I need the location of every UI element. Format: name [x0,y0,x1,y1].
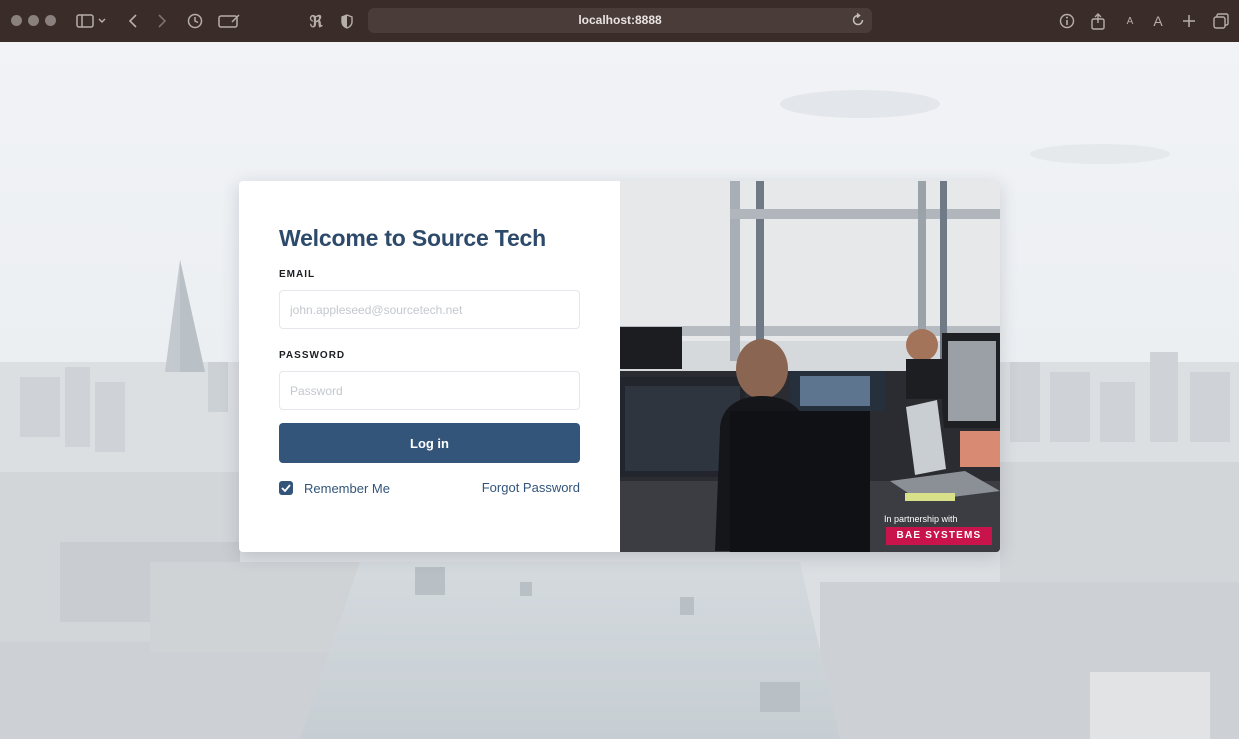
address-bar[interactable]: localhost:8888 [368,8,872,33]
login-card: Welcome to Source Tech EMAIL PASSWORD Lo… [239,181,1000,552]
password-label: PASSWORD [279,350,346,361]
checkmark-icon [281,484,291,492]
login-button[interactable]: Log in [279,423,580,463]
office-photo-image [620,181,1000,552]
chevron-left-icon[interactable] [124,10,142,32]
office-photo: In partnership with BAE SYSTEMS [620,181,1000,552]
tabs-overview-icon[interactable] [1211,10,1231,32]
remember-me-checkbox[interactable] [279,481,293,495]
window-minimize-button[interactable] [28,15,39,26]
share-icon[interactable] [1089,10,1107,32]
page-viewport: Welcome to Source Tech EMAIL PASSWORD Lo… [0,42,1239,739]
text-larger-button[interactable]: A [1150,10,1166,32]
browser-toolbar: ℜ localhost:8888 A A [0,0,1239,42]
sidebar-icon[interactable] [74,10,108,32]
clock-icon[interactable] [185,10,205,32]
password-field[interactable] [279,371,580,410]
window-close-button[interactable] [11,15,22,26]
remember-me-label[interactable]: Remember Me [304,481,390,496]
chevron-right-icon[interactable] [153,10,171,32]
reload-icon[interactable] [850,12,866,28]
plus-icon[interactable] [1180,10,1198,32]
info-icon[interactable] [1058,10,1076,32]
remember-me-control[interactable]: Remember Me [279,480,390,496]
email-label: EMAIL [279,269,316,280]
url-text[interactable]: localhost:8888 [368,8,872,33]
reader-icon[interactable] [217,10,241,32]
email-field[interactable] [279,290,580,329]
login-form: Welcome to Source Tech EMAIL PASSWORD Lo… [239,181,620,552]
forgot-password-link[interactable]: Forgot Password [482,480,580,496]
window-zoom-button[interactable] [45,15,56,26]
shield-icon[interactable] [338,10,356,32]
partnership-text: In partnership with [884,514,958,524]
page-title: Welcome to Source Tech [279,225,546,251]
bae-systems-logo: BAE SYSTEMS [886,527,992,545]
extension-icon[interactable]: ℜ [306,10,326,32]
text-smaller-button[interactable]: A [1123,10,1137,32]
